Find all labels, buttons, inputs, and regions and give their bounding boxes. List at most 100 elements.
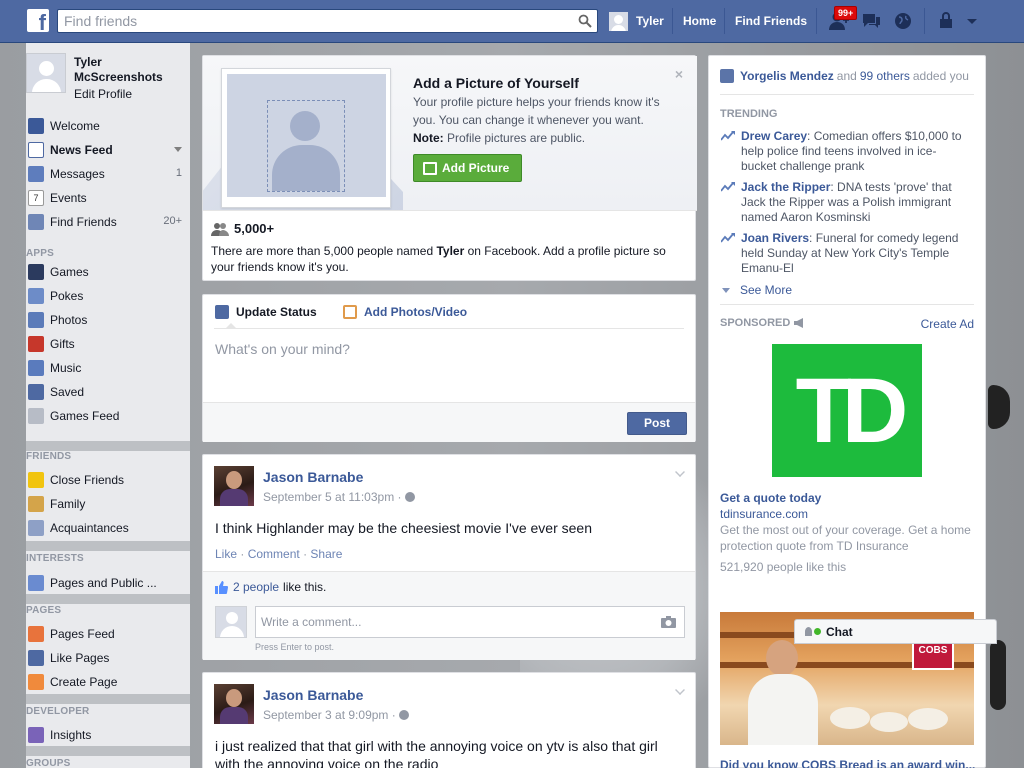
others-link[interactable]: 99 others xyxy=(860,69,910,83)
search-box[interactable] xyxy=(57,9,598,33)
trending-item[interactable]: Joan Rivers: Funeral for comedy legend h… xyxy=(720,231,970,276)
comment-box[interactable] xyxy=(255,606,685,638)
divider xyxy=(720,94,974,95)
sidebar-item-pages-and-public[interactable]: Pages and Public ... xyxy=(26,571,190,595)
add-picture-button[interactable]: Add Picture xyxy=(413,154,522,182)
trending-arrow-icon xyxy=(721,233,735,243)
photo-icon xyxy=(343,305,357,319)
comment-input[interactable] xyxy=(256,607,651,637)
like-link[interactable]: Like xyxy=(215,547,237,561)
sidebar-item-messages[interactable]: Messages 1 xyxy=(26,162,190,186)
trending-topic[interactable]: Jack the Ripper xyxy=(741,180,830,194)
chevron-down-icon[interactable] xyxy=(174,147,182,152)
sidebar-item-acquaintances[interactable]: Acquaintances xyxy=(26,516,190,540)
post-timestamp[interactable]: September 5 at 11:03pm · xyxy=(263,490,415,504)
added-and: and xyxy=(836,69,857,83)
trending-item[interactable]: Jack the Ripper: DNA tests 'prove' that … xyxy=(720,180,970,225)
close-icon[interactable]: × xyxy=(675,66,683,82)
sidebar-item-close-friends[interactable]: Close Friends xyxy=(26,468,190,492)
author-avatar[interactable] xyxy=(214,684,254,724)
trending-arrow-icon xyxy=(721,182,735,192)
music-icon xyxy=(28,360,44,376)
trending-topic[interactable]: Drew Carey xyxy=(741,129,807,143)
friends-section-header[interactable]: FRIENDS xyxy=(26,451,190,468)
sidebar-item-music[interactable]: Music xyxy=(26,356,190,380)
interests-section-header[interactable]: INTERESTS xyxy=(26,551,190,571)
trending-topic[interactable]: Joan Rivers xyxy=(741,231,809,245)
apps-section-header[interactable]: APPS xyxy=(26,242,190,260)
facebook-logo[interactable]: f xyxy=(27,9,49,35)
add-photos-video-tab[interactable]: Add Photos/Video xyxy=(343,305,467,319)
sidebar-item-games-feed[interactable]: Games Feed xyxy=(26,404,190,428)
sidebar-item-welcome[interactable]: Welcome xyxy=(26,114,190,138)
sidebar-item-label: Games xyxy=(50,265,89,279)
sidebar-item-news-feed[interactable]: News Feed xyxy=(26,138,190,162)
td-ad-image[interactable]: TD xyxy=(772,344,922,477)
dough xyxy=(870,712,908,732)
post-timestamp[interactable]: September 3 at 9:09pm · xyxy=(263,708,410,722)
add-profile-picture-card: Add a Picture of Yourself Your profile p… xyxy=(202,55,697,281)
sidebar-item-label: Acquaintances xyxy=(50,521,129,535)
sidebar-item-games[interactable]: Games xyxy=(26,260,190,284)
profile-name[interactable]: Tyler McScreenshots xyxy=(74,55,184,85)
photo-frame xyxy=(221,68,391,208)
trending-item[interactable]: Drew Carey: Comedian offers $10,000 to h… xyxy=(720,129,970,174)
baker-shirt xyxy=(748,674,818,745)
feed-story: Jason Barnabe September 3 at 9:09pm · i … xyxy=(202,672,696,768)
trending-header: TRENDING xyxy=(720,108,778,120)
developer-section-header[interactable]: DEVELOPER xyxy=(26,704,190,723)
author-name[interactable]: Jason Barnabe xyxy=(263,469,363,485)
comment-link[interactable]: Comment xyxy=(248,547,300,561)
sidebar-item-label: Welcome xyxy=(50,119,100,133)
topbar-user-name: Tyler xyxy=(636,14,664,28)
pages-section-header[interactable]: PAGES xyxy=(26,604,190,622)
messages-icon[interactable] xyxy=(860,11,882,31)
camera-icon[interactable] xyxy=(661,616,676,628)
requester-name-link[interactable]: Yorgelis Mendez xyxy=(740,69,834,83)
find-friends-link[interactable]: Find Friends xyxy=(735,14,807,28)
author-avatar[interactable] xyxy=(214,466,254,506)
sidebar-item-photos[interactable]: Photos xyxy=(26,308,190,332)
chat-tab[interactable]: Chat xyxy=(794,619,997,644)
news-feed-icon xyxy=(28,142,44,158)
likers-link[interactable]: 2 people xyxy=(233,580,279,594)
sidebar-item-pages-feed[interactable]: Pages Feed xyxy=(26,622,190,646)
note-text: Profile pictures are public. xyxy=(443,131,586,145)
sidebar-item-insights[interactable]: Insights xyxy=(26,723,190,747)
author-name[interactable]: Jason Barnabe xyxy=(263,687,363,703)
post-button[interactable]: Post xyxy=(627,412,687,435)
account-settings-chevron-down-icon[interactable] xyxy=(964,11,980,31)
edit-profile-link[interactable]: Edit Profile xyxy=(74,87,132,101)
update-status-tab[interactable]: Update Status xyxy=(215,305,317,319)
chevron-down-icon[interactable] xyxy=(675,467,685,477)
groups-section-header[interactable]: GROUPS xyxy=(26,756,190,768)
search-icon[interactable] xyxy=(578,14,592,28)
see-more-link[interactable]: See More xyxy=(722,283,792,297)
pokes-icon xyxy=(28,288,44,304)
status-input[interactable]: What's on your mind? xyxy=(215,341,350,357)
topbar-profile-link[interactable]: Tyler xyxy=(609,10,664,32)
main-nav: Welcome News Feed Messages 1 7 Events Fi… xyxy=(26,114,190,428)
ad-url[interactable]: tdinsurance.com xyxy=(720,507,808,521)
share-link[interactable]: Share xyxy=(310,547,342,561)
topbar-divider xyxy=(672,8,673,34)
section-divider xyxy=(26,746,190,756)
search-input[interactable] xyxy=(58,10,558,32)
home-link[interactable]: Home xyxy=(683,14,716,28)
sidebar-item-like-pages[interactable]: Like Pages xyxy=(26,646,190,670)
sidebar-item-saved[interactable]: Saved xyxy=(26,380,190,404)
name-count: 5,000+ xyxy=(211,221,274,236)
profile-avatar[interactable] xyxy=(26,53,66,93)
sidebar-item-create-page[interactable]: Create Page xyxy=(26,670,190,694)
create-ad-link[interactable]: Create Ad xyxy=(921,317,974,331)
sidebar-item-events[interactable]: 7 Events xyxy=(26,186,190,210)
cobs-ad-caption[interactable]: Did you know COBS Bread is an award win.… xyxy=(720,758,975,768)
privacy-shortcuts-icon[interactable] xyxy=(938,11,960,31)
notifications-globe-icon[interactable] xyxy=(892,11,914,31)
chevron-down-icon[interactable] xyxy=(675,685,685,695)
sidebar-item-pokes[interactable]: Pokes xyxy=(26,284,190,308)
sidebar-item-find-friends[interactable]: Find Friends 20+ xyxy=(26,210,190,234)
sidebar-item-gifts[interactable]: Gifts xyxy=(26,332,190,356)
sidebar-item-family[interactable]: Family xyxy=(26,492,190,516)
ad-title[interactable]: Get a quote today xyxy=(720,491,821,505)
